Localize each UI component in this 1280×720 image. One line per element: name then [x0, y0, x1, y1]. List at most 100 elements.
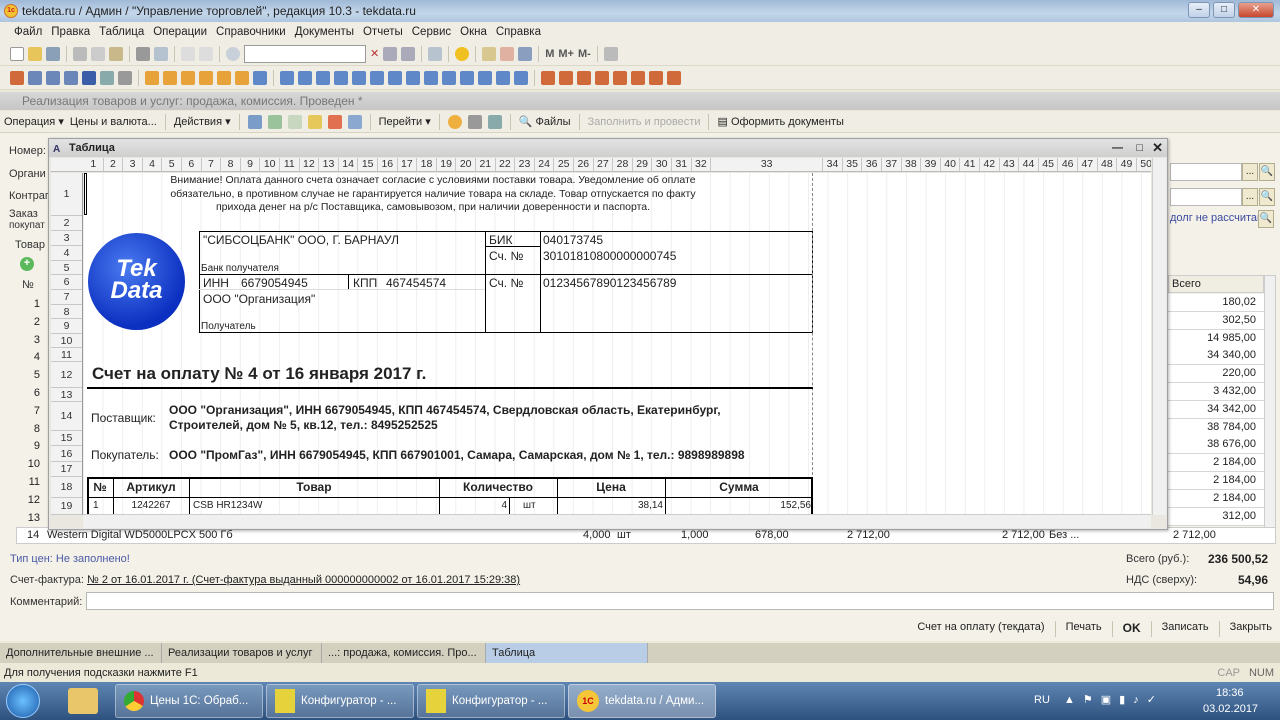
tray-icons[interactable]: ▲⚑▣▮♪✓: [1064, 693, 1164, 706]
redo-icon[interactable]: [199, 46, 213, 61]
column-header[interactable]: 20: [456, 158, 476, 171]
calculator-icon[interactable]: [482, 46, 497, 61]
report-icon[interactable]: [595, 70, 609, 85]
column-header[interactable]: 28: [613, 158, 633, 171]
copy-doc-icon[interactable]: [287, 114, 302, 129]
settings-icon[interactable]: [603, 46, 618, 61]
column-header[interactable]: 39: [921, 158, 941, 171]
doc-icon[interactable]: [442, 70, 456, 85]
column-header[interactable]: 17: [398, 158, 418, 171]
column-header[interactable]: 5: [162, 158, 182, 171]
invoice-link[interactable]: № 2 от 16.01.2017 г. (Счет-фактура выдан…: [87, 574, 520, 586]
column-header[interactable]: 36: [862, 158, 882, 171]
column-header[interactable]: 15: [358, 158, 378, 171]
report-icon[interactable]: [613, 70, 627, 85]
document-icon[interactable]: [64, 70, 78, 85]
invoice-sheet[interactable]: Внимание! Оплата данного счета означает …: [83, 173, 1151, 515]
close-form-button[interactable]: Закрыть: [1230, 621, 1272, 637]
doc-icon[interactable]: [316, 70, 330, 85]
calculator-icon[interactable]: [100, 70, 114, 85]
movements-icon[interactable]: [327, 114, 342, 129]
search-clear-icon[interactable]: ✕: [370, 47, 379, 60]
column-total-header[interactable]: Всего: [1168, 275, 1264, 293]
row-header[interactable]: 12: [51, 362, 82, 388]
report-icon[interactable]: [10, 70, 24, 85]
calendar-icon[interactable]: [500, 46, 515, 61]
column-header[interactable]: 8: [221, 158, 241, 171]
horizontal-scrollbar[interactable]: [83, 514, 1151, 528]
menu-table[interactable]: Таблица: [99, 26, 144, 38]
save-button[interactable]: Записать: [1162, 621, 1209, 637]
menu-reports[interactable]: Отчеты: [363, 26, 403, 38]
clock-date[interactable]: 03.02.2017: [1203, 703, 1258, 715]
go-menu[interactable]: Перейти ▾: [379, 115, 431, 128]
list-icon[interactable]: [467, 114, 482, 129]
taskbar-configurator[interactable]: Конфигуратор - ...: [266, 684, 414, 718]
memory-plus-button[interactable]: M+: [558, 48, 574, 60]
column-header[interactable]: 4: [143, 158, 163, 171]
row-header[interactable]: 19: [51, 498, 82, 515]
column-header[interactable]: 31: [672, 158, 692, 171]
row-header[interactable]: 9: [51, 319, 82, 334]
doc-icon[interactable]: [298, 70, 312, 85]
row-header[interactable]: 18: [51, 477, 82, 498]
document-icon[interactable]: [46, 70, 60, 85]
window-tab-active[interactable]: Таблица: [486, 643, 648, 663]
preview-icon[interactable]: [154, 46, 168, 61]
language-indicator[interactable]: RU: [1034, 694, 1050, 706]
column-header[interactable]: 10: [260, 158, 280, 171]
help-icon[interactable]: [447, 114, 462, 129]
row-header[interactable]: 14: [51, 402, 82, 431]
doc-icon[interactable]: [352, 70, 366, 85]
organization-field[interactable]: [1170, 163, 1242, 181]
column-header[interactable]: 47: [1078, 158, 1098, 171]
undo-icon[interactable]: [181, 46, 195, 61]
search-icon[interactable]: 🔍: [1259, 188, 1275, 206]
report-icon[interactable]: [559, 70, 573, 85]
close-button[interactable]: ✕: [1238, 2, 1274, 18]
doc-icon[interactable]: [460, 70, 474, 85]
report-icon[interactable]: [667, 70, 681, 85]
doc-icon[interactable]: [334, 70, 348, 85]
column-header[interactable]: 6: [182, 158, 202, 171]
column-header[interactable]: 14: [339, 158, 359, 171]
report-icon[interactable]: [649, 70, 663, 85]
column-header[interactable]: 23: [515, 158, 535, 171]
column-header[interactable]: 32: [692, 158, 712, 171]
column-header[interactable]: 33: [711, 158, 824, 171]
taskbar-1c[interactable]: 1C tekdata.ru / Адми...: [568, 684, 716, 718]
search-icon[interactable]: 🔍: [1258, 210, 1274, 228]
search-icon[interactable]: 🔍: [1259, 163, 1275, 181]
row-header[interactable]: 8: [51, 305, 82, 319]
doc-icon[interactable]: [370, 70, 384, 85]
row-header[interactable]: 6: [51, 275, 82, 290]
operation-menu[interactable]: Операция ▾: [4, 115, 64, 128]
window-tab[interactable]: ...: продажа, комиссия. Про...: [322, 643, 486, 663]
clock-time[interactable]: 18:36: [1216, 687, 1244, 699]
memory-button[interactable]: M: [545, 48, 554, 60]
invoice-print-button[interactable]: Счет на оплату (текдата): [917, 621, 1044, 637]
report-icon[interactable]: [631, 70, 645, 85]
column-header[interactable]: 21: [476, 158, 496, 171]
column-header[interactable]: 16: [378, 158, 398, 171]
info-icon[interactable]: [455, 46, 470, 61]
row-header[interactable]: 13: [51, 388, 82, 402]
column-header[interactable]: 50: [1137, 158, 1151, 171]
menu-edit[interactable]: Правка: [51, 26, 90, 38]
edit-icon[interactable]: [118, 70, 132, 85]
catalog-icon[interactable]: [217, 70, 231, 85]
save-icon[interactable]: [46, 46, 60, 61]
make-documents-button[interactable]: ▤ Оформить документы: [717, 115, 843, 128]
select-button[interactable]: ...: [1242, 188, 1258, 206]
print-button[interactable]: Печать: [1066, 621, 1102, 637]
files-button[interactable]: 🔍 Файлы: [519, 115, 571, 128]
column-header[interactable]: 37: [882, 158, 902, 171]
windows-icon[interactable]: [428, 46, 443, 61]
open-icon[interactable]: [28, 46, 42, 61]
vertical-scrollbar[interactable]: [1264, 275, 1276, 537]
column-header[interactable]: 35: [843, 158, 863, 171]
memory-minus-button[interactable]: M-: [578, 48, 591, 60]
search-icon[interactable]: [226, 46, 240, 61]
catalog-icon[interactable]: [181, 70, 195, 85]
maximize-button[interactable]: □: [1136, 139, 1143, 157]
